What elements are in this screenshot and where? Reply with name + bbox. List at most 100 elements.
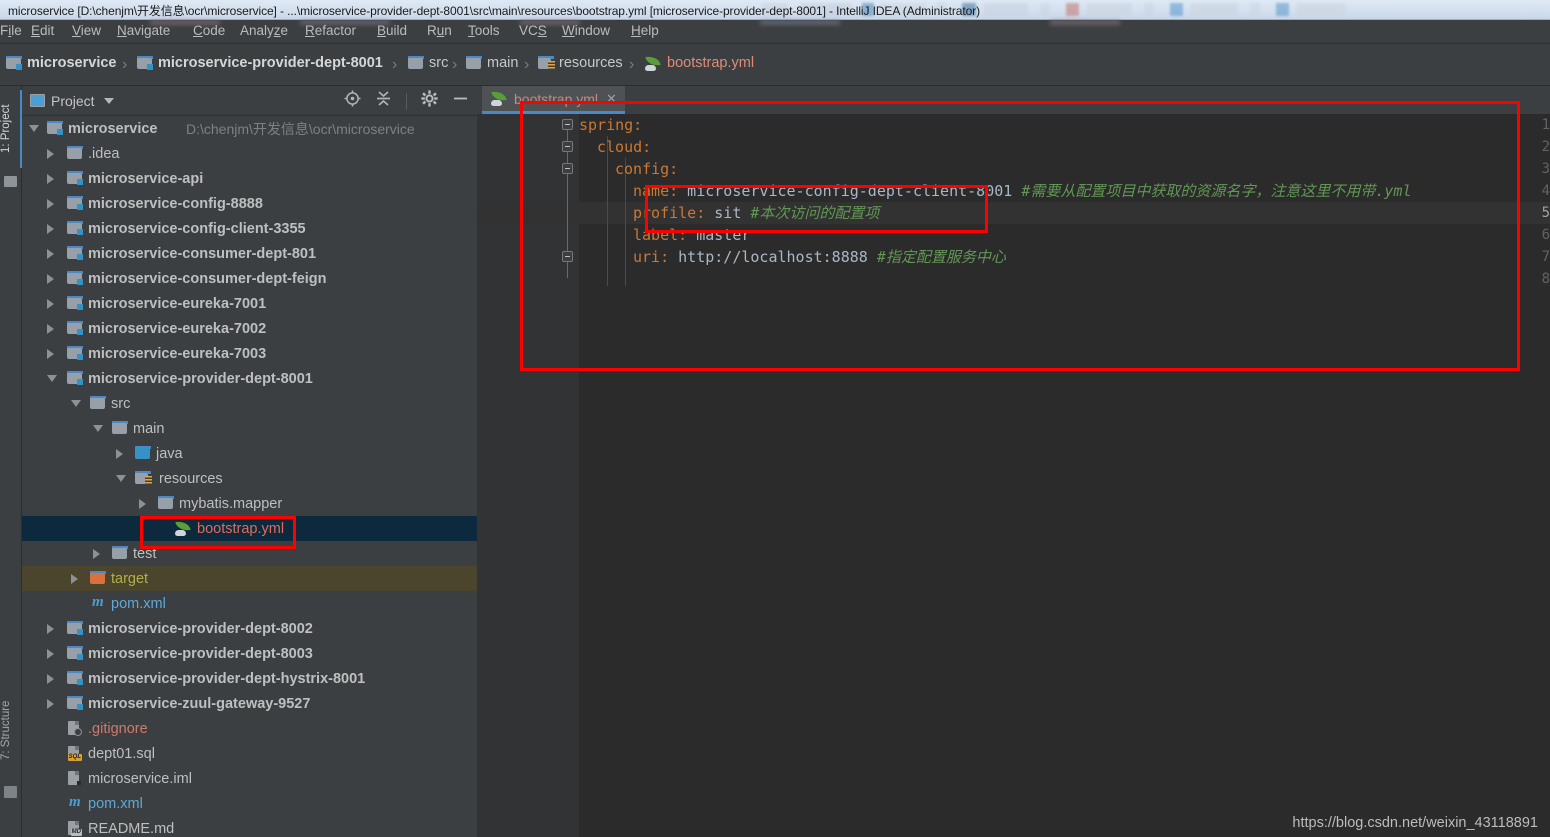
menu-analyze[interactable]: Analyze <box>240 23 288 38</box>
tool-window-button-structure[interactable]: 7: Structure <box>0 682 22 778</box>
fold-marker-icon[interactable] <box>562 141 573 152</box>
code-editor[interactable]: 1 2 3 4 5 6 7 8 spring: cloud: config: n… <box>477 114 1550 837</box>
breadcrumb-label: microservice <box>27 55 117 71</box>
tree-row-root-pom-xml[interactable]: m pom.xml <box>22 791 477 816</box>
tree-row-target[interactable]: target <box>22 566 477 591</box>
tree-row-microservice-config-8888[interactable]: microservice-config-8888 <box>22 191 477 216</box>
tree-row-resources[interactable]: resources <box>22 466 477 491</box>
breadcrumb-item-resources[interactable]: resources <box>538 55 623 71</box>
menu-window[interactable]: Window <box>562 23 610 38</box>
tree-row-java[interactable]: java <box>22 441 477 466</box>
tree-row-microservice-eureka-7001[interactable]: microservice-eureka-7001 <box>22 291 477 316</box>
tree-row-microservice-iml[interactable]: microservice.iml <box>22 766 477 791</box>
module-icon <box>67 321 83 335</box>
breadcrumb-item-src[interactable]: src <box>408 55 448 71</box>
tree-row-microservice-consumer-dept-feign[interactable]: microservice-consumer-dept-feign <box>22 266 477 291</box>
tree-row-microservice-provider-dept-8002[interactable]: microservice-provider-dept-8002 <box>22 616 477 641</box>
twisty-open-icon[interactable] <box>29 125 39 132</box>
menu-run[interactable]: Run <box>427 23 452 38</box>
menu-navigate[interactable]: Navigate <box>117 23 170 38</box>
twisty-closed-icon[interactable] <box>116 449 123 459</box>
tree-row-idea[interactable]: .idea <box>22 141 477 166</box>
breadcrumb-item-provider-8001[interactable]: microservice-provider-dept-8001 <box>137 55 383 71</box>
twisty-closed-icon[interactable] <box>47 624 54 634</box>
sql-file-icon: SQL <box>67 745 82 761</box>
tree-row-microservice-config-client-3355[interactable]: microservice-config-client-3355 <box>22 216 477 241</box>
tree-row-microservice-consumer-dept-801[interactable]: microservice-consumer-dept-801 <box>22 241 477 266</box>
locate-icon[interactable] <box>344 90 361 112</box>
module-icon <box>67 696 83 710</box>
twisty-closed-icon[interactable] <box>47 649 54 659</box>
tool-window-button-project[interactable]: 1: Project <box>0 90 22 168</box>
tree-row-microservice-zuul-gateway-9527[interactable]: microservice-zuul-gateway-9527 <box>22 691 477 716</box>
menu-build[interactable]: Build <box>377 23 407 38</box>
project-panel-title: Project <box>51 92 95 109</box>
tree-row-microservice-api[interactable]: microservice-api <box>22 166 477 191</box>
fold-marker-icon[interactable] <box>562 163 573 174</box>
indent-guide <box>607 136 608 286</box>
breadcrumb-item-bootstrap-yml[interactable]: bootstrap.yml <box>644 54 755 71</box>
spring-yaml-icon <box>174 520 192 536</box>
twisty-closed-icon[interactable] <box>47 349 54 359</box>
twisty-closed-icon[interactable] <box>47 299 54 309</box>
tree-row-main[interactable]: main <box>22 416 477 441</box>
twisty-closed-icon[interactable] <box>47 249 54 259</box>
resources-folder-icon <box>538 56 555 70</box>
tree-row-microservice-provider-dept-8003[interactable]: microservice-provider-dept-8003 <box>22 641 477 666</box>
fold-region-end-icon[interactable] <box>562 251 573 262</box>
twisty-open-icon[interactable] <box>93 425 103 432</box>
twisty-closed-icon[interactable] <box>47 224 54 234</box>
menu-refactor[interactable]: Refactor <box>305 23 356 38</box>
chevron-down-icon[interactable] <box>103 97 114 104</box>
menu-view[interactable]: View <box>72 23 101 38</box>
menu-vcs[interactable]: VCS <box>519 23 547 38</box>
tree-row-mybatis-mapper[interactable]: mybatis.mapper <box>22 491 477 516</box>
tree-row-test[interactable]: test <box>22 541 477 566</box>
fold-marker-icon[interactable] <box>562 119 573 130</box>
breadcrumb-item-main[interactable]: main <box>466 55 518 71</box>
settings-gear-icon[interactable] <box>421 90 438 112</box>
twisty-closed-icon[interactable] <box>47 274 54 284</box>
tree-row-gitignore[interactable]: .gitignore <box>22 716 477 741</box>
twisty-open-icon[interactable] <box>116 475 126 482</box>
tree-row-microservice[interactable]: microservice D:\chenjm\开发信息\ocr\microser… <box>22 116 477 141</box>
tree-row-microservice-provider-dept-hystrix-8001[interactable]: microservice-provider-dept-hystrix-8001 <box>22 666 477 691</box>
menu-tools[interactable]: Tools <box>468 23 500 38</box>
code-line-6: label: master <box>633 224 750 246</box>
editor-tab-bootstrap-yml[interactable]: bootstrap.yml ✕ <box>482 86 625 114</box>
breadcrumb-item-microservice[interactable]: microservice <box>6 55 116 71</box>
tree-row-dept01-sql[interactable]: SQL dept01.sql <box>22 741 477 766</box>
collapse-all-icon[interactable] <box>375 90 392 112</box>
tree-row-microservice-eureka-7003[interactable]: microservice-eureka-7003 <box>22 341 477 366</box>
menu-file[interactable]: File <box>0 23 22 38</box>
menu-code[interactable]: Code <box>193 23 225 38</box>
breadcrumb-label: bootstrap.yml <box>667 55 755 71</box>
close-icon[interactable]: ✕ <box>606 91 617 107</box>
project-tree[interactable]: microservice D:\chenjm\开发信息\ocr\microser… <box>22 116 477 837</box>
tree-row-microservice-provider-dept-8001[interactable]: microservice-provider-dept-8001 <box>22 366 477 391</box>
twisty-closed-icon[interactable] <box>47 674 54 684</box>
tree-row-microservice-eureka-7002[interactable]: microservice-eureka-7002 <box>22 316 477 341</box>
tree-row-readme-md[interactable]: MD README.md <box>22 816 477 837</box>
tree-row-bootstrap-yml[interactable]: bootstrap.yml <box>22 516 477 541</box>
hide-panel-icon[interactable] <box>452 90 469 112</box>
twisty-open-icon[interactable] <box>71 400 81 407</box>
twisty-closed-icon[interactable] <box>139 499 146 509</box>
twisty-closed-icon[interactable] <box>47 149 54 159</box>
twisty-open-icon[interactable] <box>47 375 57 382</box>
twisty-closed-icon[interactable] <box>71 574 78 584</box>
tree-row-module-pom-xml[interactable]: m pom.xml <box>22 591 477 616</box>
tree-row-src[interactable]: src <box>22 391 477 416</box>
yaml-key: uri: <box>633 248 670 266</box>
twisty-closed-icon[interactable] <box>47 199 54 209</box>
menu-edit[interactable]: Edit <box>31 23 54 38</box>
twisty-closed-icon[interactable] <box>93 549 100 559</box>
menu-help[interactable]: Help <box>631 23 659 38</box>
twisty-closed-icon[interactable] <box>47 699 54 709</box>
twisty-closed-icon[interactable] <box>47 324 54 334</box>
tree-label: microservice-provider-dept-8002 <box>88 620 313 637</box>
yaml-value: sit <box>705 204 742 222</box>
yaml-key: cloud: <box>597 138 652 156</box>
twisty-closed-icon[interactable] <box>47 174 54 184</box>
spring-yaml-icon <box>644 54 662 71</box>
